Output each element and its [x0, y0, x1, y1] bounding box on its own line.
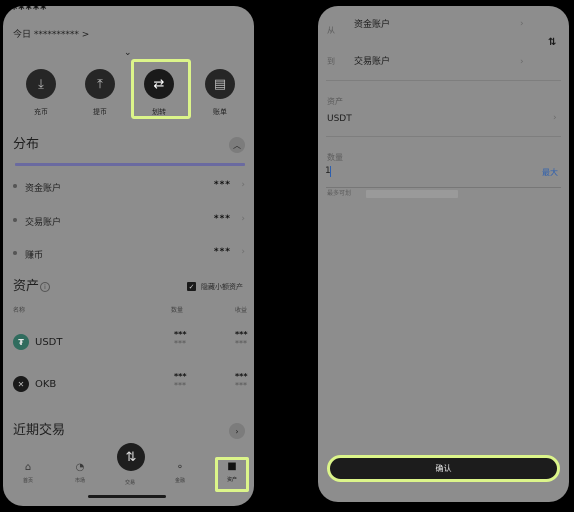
bullet-dot [13, 251, 17, 255]
confirm-label: 确认 [435, 464, 452, 473]
asset-earnings-sub: *** [235, 381, 247, 390]
chevron-right-icon: › [241, 214, 245, 224]
column-header-name: 名称 [13, 307, 26, 314]
max-button[interactable]: 最大 [542, 169, 558, 177]
asset-quantity-sub: *** [174, 339, 186, 348]
distribution-row-funding[interactable]: 资金账户 *** › [13, 179, 245, 194]
chevron-right-icon: › [553, 113, 557, 123]
tab-market[interactable]: ◔ 市场 [65, 462, 95, 484]
bullet-dot [13, 184, 17, 188]
home-indicator [88, 495, 166, 498]
info-icon[interactable]: i [40, 282, 50, 292]
quantity-label: 数量 [327, 153, 343, 162]
confirm-button[interactable]: 确认 [327, 455, 560, 482]
asset-symbol: USDT [35, 337, 63, 348]
distribution-title: 分布 [13, 137, 40, 152]
deposit-button[interactable]: ⤓ 充币 [21, 69, 61, 117]
account-value: *** [213, 214, 231, 224]
quantity-underline [326, 187, 561, 188]
to-label: 到 [327, 57, 335, 66]
hide-small-assets-label: 隐藏小额资产 [201, 283, 243, 291]
deposit-label: 充币 [34, 108, 48, 116]
asset-label: 资产 [327, 97, 343, 106]
chevron-right-icon: › [235, 426, 239, 436]
account-name: 交易账户 [25, 218, 62, 228]
trade-swap-icon: ⇅ [125, 449, 137, 465]
asset-quantity: *** [174, 330, 187, 339]
bullet-dot [13, 218, 17, 222]
account-value: *** [213, 180, 231, 190]
from-label: 从 [327, 26, 335, 35]
today-pnl-link[interactable]: 今日 ********** > [13, 31, 89, 40]
masked-total-balance: ***** [11, 6, 48, 16]
to-account-selector[interactable]: 交易账户 [354, 58, 390, 67]
chevron-down-icon[interactable]: ⌄ [124, 49, 132, 58]
withdraw-label: 提币 [93, 108, 107, 116]
account-name: 资金账户 [25, 184, 62, 194]
transfer-highlight-box [131, 59, 191, 119]
tab-label: 首页 [22, 478, 33, 484]
divider [326, 80, 561, 81]
assets-tab-highlight-box [215, 457, 249, 492]
bill-button[interactable]: ▤ 账单 [200, 69, 240, 117]
tab-label: 交易 [124, 480, 135, 486]
asset-selector[interactable]: USDT [327, 115, 352, 124]
asset-earnings: *** [235, 372, 248, 381]
tab-label: 金融 [174, 478, 185, 484]
assets-screen: ***** 今日 ********** > ⌄ ⤓ 充币 ⤒ 提币 ⇄ 划转 ▤… [3, 6, 254, 506]
divider [326, 136, 561, 137]
tab-home[interactable]: ⌂ 首页 [13, 462, 43, 484]
recent-trades-more-button[interactable]: › [229, 423, 245, 439]
bill-icon: ▤ [205, 69, 235, 99]
chevron-right-icon: › [241, 247, 245, 257]
asset-symbol: OKB [35, 379, 57, 390]
tab-trade[interactable]: 交易 [115, 476, 145, 486]
asset-row-okb[interactable]: ✕ OKB *** *** *** *** [13, 372, 249, 398]
text-cursor [330, 166, 331, 177]
account-name: 赚币 [25, 251, 44, 261]
checkmark-icon: ✓ [188, 282, 195, 291]
recent-trades-title: 近期交易 [13, 423, 66, 438]
hide-small-assets-checkbox[interactable]: ✓ [187, 282, 196, 291]
home-icon: ⌂ [24, 462, 32, 473]
withdraw-icon: ⤒ [85, 69, 115, 99]
trade-fab-button[interactable]: ⇅ [117, 443, 145, 471]
bill-label: 账单 [213, 108, 227, 116]
column-header-quantity: 数量 [171, 307, 184, 314]
chevron-right-icon: › [520, 19, 524, 29]
chevron-right-icon: › [241, 180, 245, 190]
market-icon: ◔ [75, 462, 85, 473]
swap-vertical-icon[interactable]: ⇅ [548, 38, 556, 48]
withdraw-button[interactable]: ⤒ 提币 [80, 69, 120, 117]
asset-quantity-sub: *** [174, 381, 186, 390]
transferable-amount-redacted [366, 190, 458, 198]
okb-icon: ✕ [13, 376, 29, 392]
distribution-row-earn[interactable]: 赚币 *** › [13, 246, 245, 261]
distribution-bar [15, 163, 245, 166]
usdt-icon: ₮ [13, 334, 29, 350]
asset-earnings-sub: *** [235, 339, 247, 348]
assets-title: 资产 [13, 279, 40, 294]
column-header-earnings: 收益 [235, 307, 248, 314]
collapse-distribution-button[interactable]: ︿ [229, 137, 245, 153]
transferable-label: 最多可划 [327, 190, 352, 197]
chevron-up-icon: ︿ [233, 140, 241, 150]
tab-label: 市场 [74, 478, 85, 484]
transfer-screen: 从 资金账户 › ⇅ 到 交易账户 › 资产 USDT › 数量 1 最大 最多… [318, 6, 569, 502]
tab-finance[interactable]: ⚬ 金融 [165, 462, 195, 484]
deposit-icon: ⤓ [26, 69, 56, 99]
from-account-selector[interactable]: 资金账户 [354, 21, 390, 30]
asset-row-usdt[interactable]: ₮ USDT *** *** *** *** [13, 330, 249, 356]
account-value: *** [213, 247, 231, 257]
finance-icon: ⚬ [175, 462, 185, 473]
asset-quantity: *** [174, 372, 187, 381]
chevron-right-icon: › [520, 57, 524, 67]
asset-earnings: *** [235, 330, 248, 339]
distribution-row-trading[interactable]: 交易账户 *** › [13, 213, 245, 228]
